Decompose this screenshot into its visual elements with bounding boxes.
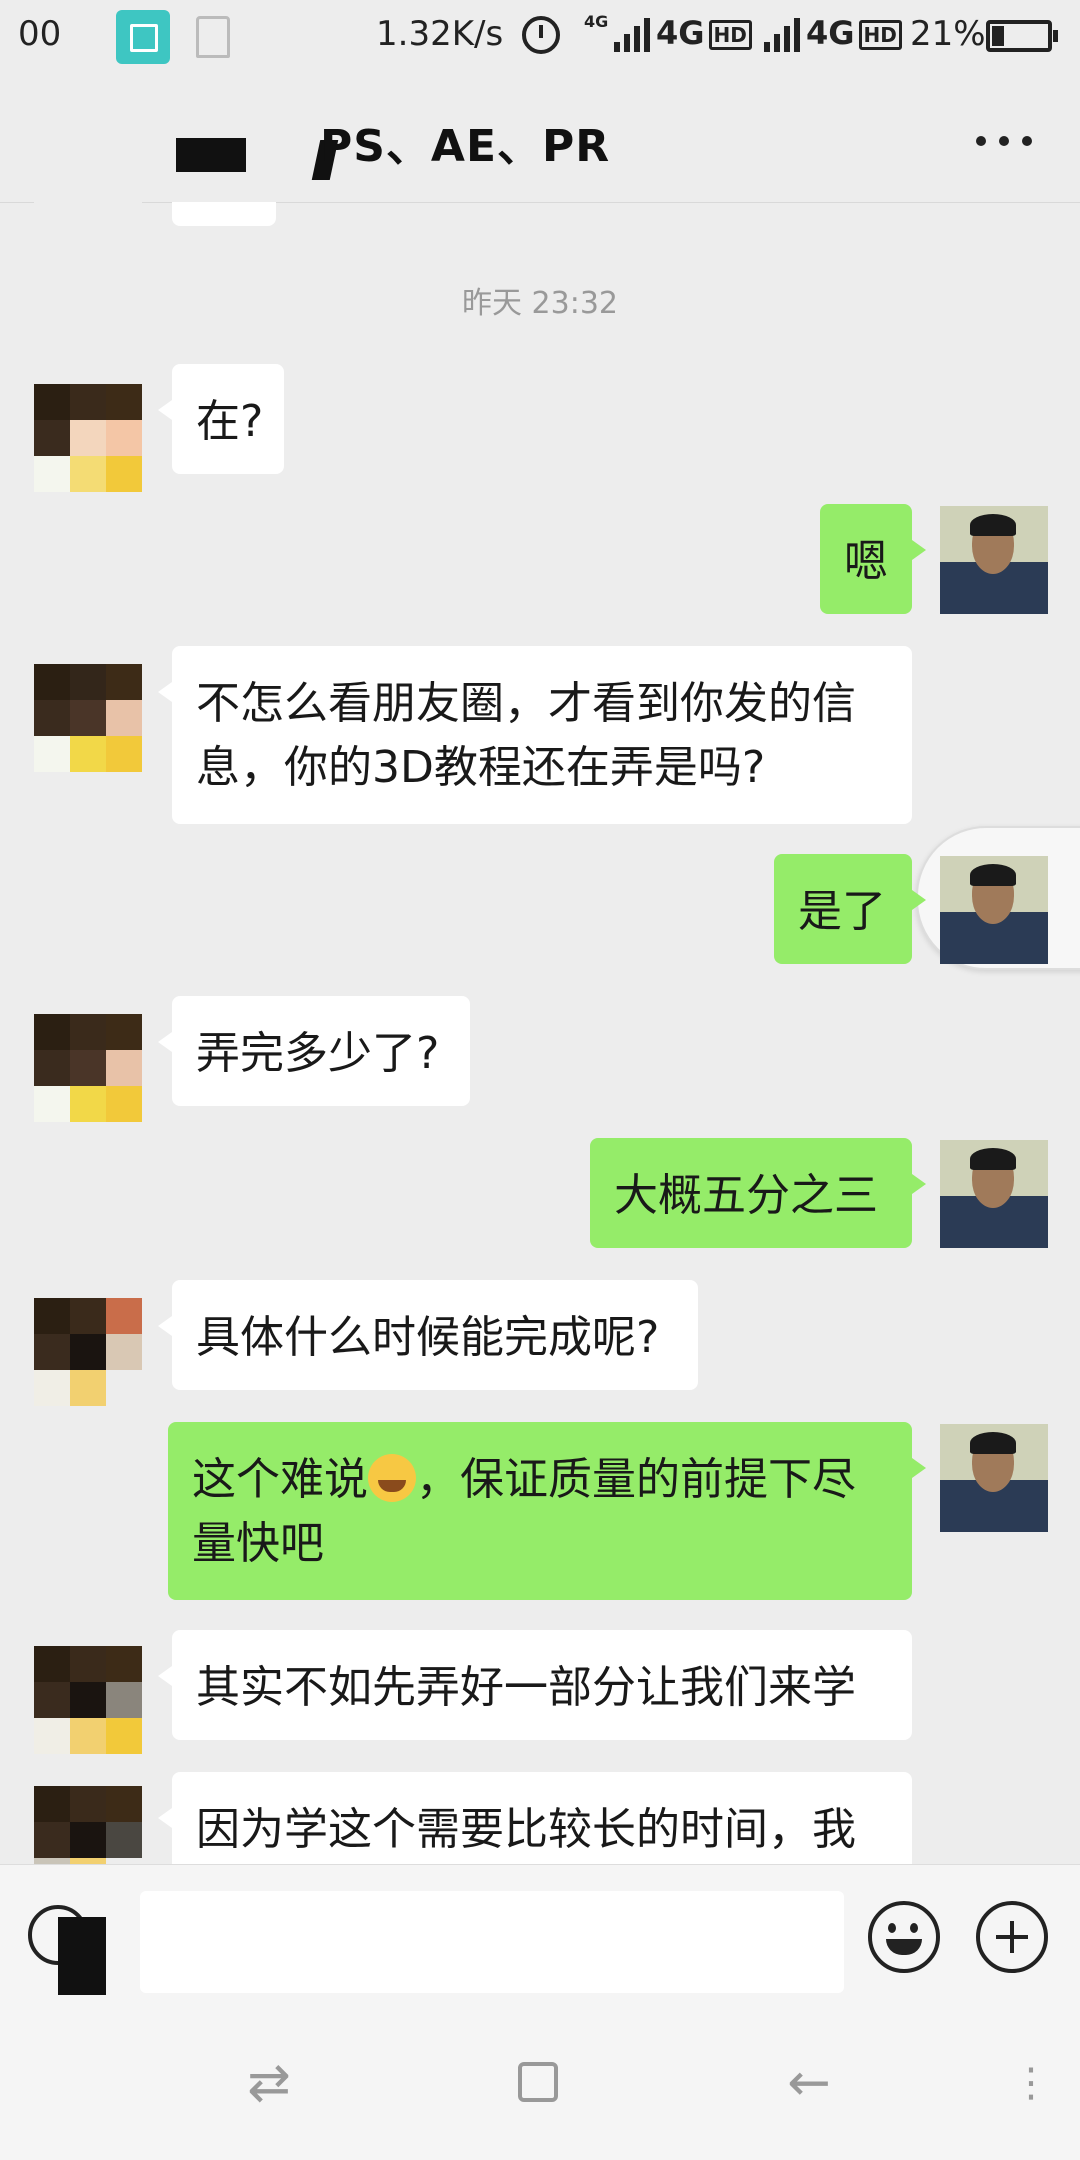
my-avatar[interactable] xyxy=(940,506,1048,614)
my-avatar[interactable] xyxy=(940,1140,1048,1248)
hd-badge-1: HD xyxy=(708,20,752,50)
volte-label: 4G xyxy=(584,12,609,31)
back-arrow-icon[interactable]: ← xyxy=(774,2048,844,2118)
network-type-1: 4G HD xyxy=(656,14,752,52)
menu-icon[interactable]: ⋮ xyxy=(996,2048,1066,2118)
message-bubble-incoming[interactable]: 因为学这个需要比较长的时间，我 xyxy=(158,1772,912,1864)
message-bubble-partial[interactable] xyxy=(172,202,276,226)
contact-avatar[interactable] xyxy=(34,1786,142,1864)
recents-swap-icon[interactable]: ⇄ xyxy=(234,2048,304,2118)
home-icon[interactable] xyxy=(504,2048,574,2118)
contact-avatar[interactable] xyxy=(34,202,142,228)
contact-avatar[interactable] xyxy=(34,1646,142,1754)
network-speed: 1.32K/s xyxy=(376,14,504,54)
message-bubble-outgoing[interactable]: 大概五分之三 xyxy=(590,1138,926,1248)
avatar-hair xyxy=(970,1432,1016,1454)
chat-title: PS、AE、PR xyxy=(320,121,611,172)
avatar-hair xyxy=(970,1148,1016,1170)
alarm-icon xyxy=(522,16,560,54)
hd-badge-2: HD xyxy=(858,20,902,50)
battery-percent: 21% xyxy=(910,14,986,54)
signal-icon-1 xyxy=(614,16,660,52)
screenshot-app-icon xyxy=(116,10,170,64)
my-avatar[interactable] xyxy=(940,856,1048,964)
more-options-icon[interactable] xyxy=(976,136,1032,148)
message-bubble-incoming[interactable]: 不怎么看朋友圈，才看到你发的信息，你的3D教程还在弄是吗? xyxy=(158,646,912,824)
input-bar xyxy=(0,1864,1080,2005)
cleaner-icon xyxy=(196,16,230,58)
message-bubble-outgoing[interactable]: 嗯 xyxy=(820,504,926,614)
emoji-button[interactable] xyxy=(868,1901,940,1973)
chat-header: PS、AE、PR xyxy=(0,80,1080,203)
signal-icon-2 xyxy=(764,16,810,52)
message-bubble-incoming[interactable]: 在? xyxy=(158,364,284,474)
message-bubble-incoming[interactable]: 具体什么时候能完成呢? xyxy=(158,1280,698,1390)
title-redaction xyxy=(176,138,246,172)
facepalm-emoji-icon xyxy=(368,1454,416,1502)
message-list[interactable]: 昨天 23:32 在? 嗯 不怎么看朋友圈，才看到你发的信息，你的3D教程还在弄… xyxy=(0,202,1080,1864)
contact-avatar[interactable] xyxy=(34,384,142,492)
avatar-hair xyxy=(970,864,1016,886)
message-bubble-incoming[interactable]: 弄完多少了? xyxy=(158,996,470,1106)
avatar-hair xyxy=(970,514,1016,536)
contact-avatar[interactable] xyxy=(34,1014,142,1122)
contact-avatar[interactable] xyxy=(34,1298,142,1406)
message-text: 这个难说 xyxy=(192,1454,368,1505)
contact-avatar[interactable] xyxy=(34,664,142,772)
system-navigation-bar: ⇄ ← ⋮ xyxy=(0,2004,1080,2160)
voice-button-redaction xyxy=(58,1917,106,1995)
message-bubble-outgoing[interactable]: 这个难说 ，保证质量的前提下尽量快吧 xyxy=(168,1422,926,1600)
status-bar: 00 1.32K/s 4G 4G HD 4G HD 21% xyxy=(0,0,1080,80)
message-timestamp: 昨天 23:32 xyxy=(462,286,618,321)
network-type-2-label: 4G xyxy=(806,14,855,52)
network-type-2: 4G HD xyxy=(806,14,902,52)
battery-icon xyxy=(986,20,1058,52)
more-functions-button[interactable] xyxy=(976,1901,1048,1973)
my-avatar[interactable] xyxy=(940,1424,1048,1532)
message-input[interactable] xyxy=(140,1891,844,1993)
status-left-text: 00 xyxy=(18,14,62,54)
message-bubble-incoming[interactable]: 其实不如先弄好一部分让我们来学 xyxy=(158,1630,912,1740)
message-bubble-outgoing[interactable]: 是了 xyxy=(774,854,926,964)
network-type-1-label: 4G xyxy=(656,14,705,52)
